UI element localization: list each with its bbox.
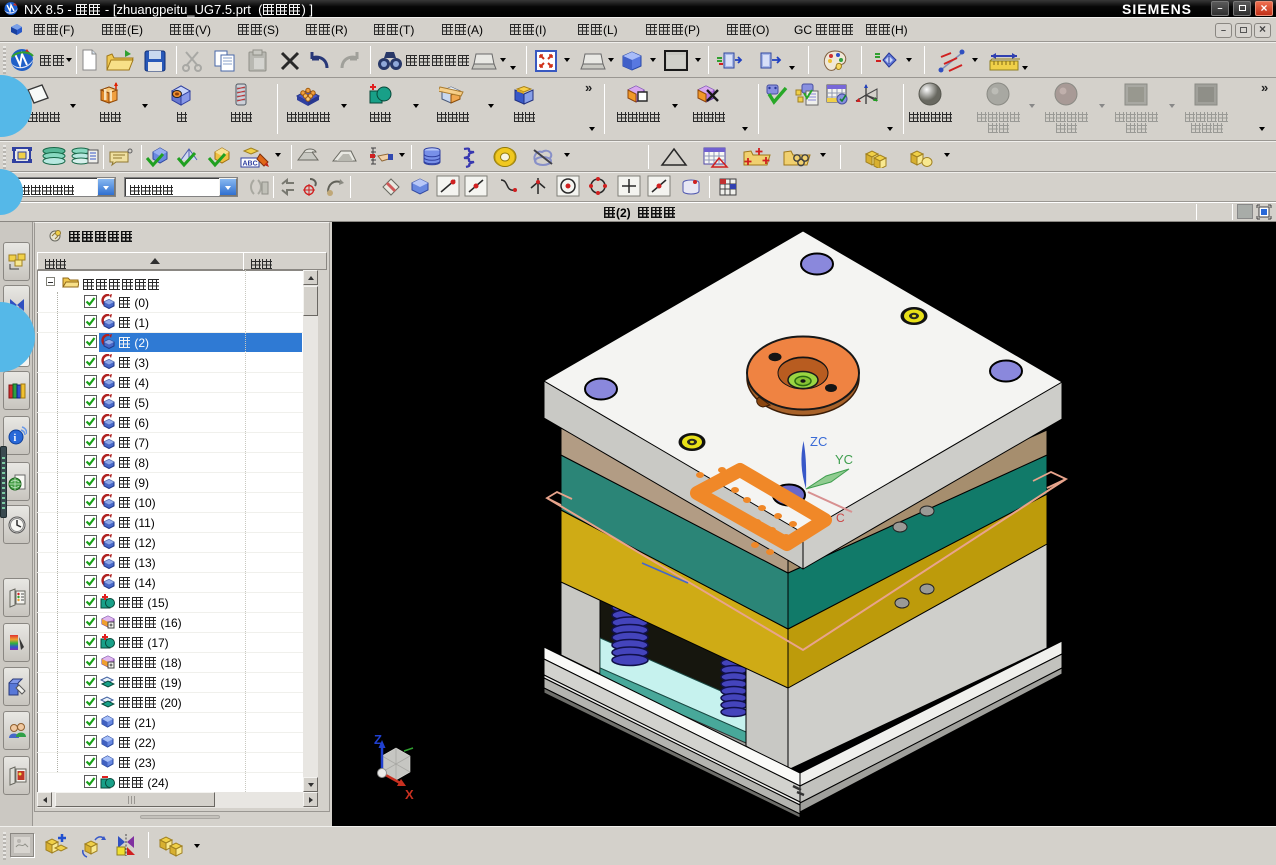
svg-text:ABC: ABC — [243, 161, 258, 168]
svg-text:ZC: ZC — [810, 434, 827, 449]
svg-text:YC: YC — [835, 452, 853, 467]
svg-text:Z: Z — [374, 732, 382, 747]
svg-text:C: C — [836, 511, 845, 525]
svg-text:X: X — [405, 787, 414, 802]
svg-text:i: i — [14, 433, 17, 444]
